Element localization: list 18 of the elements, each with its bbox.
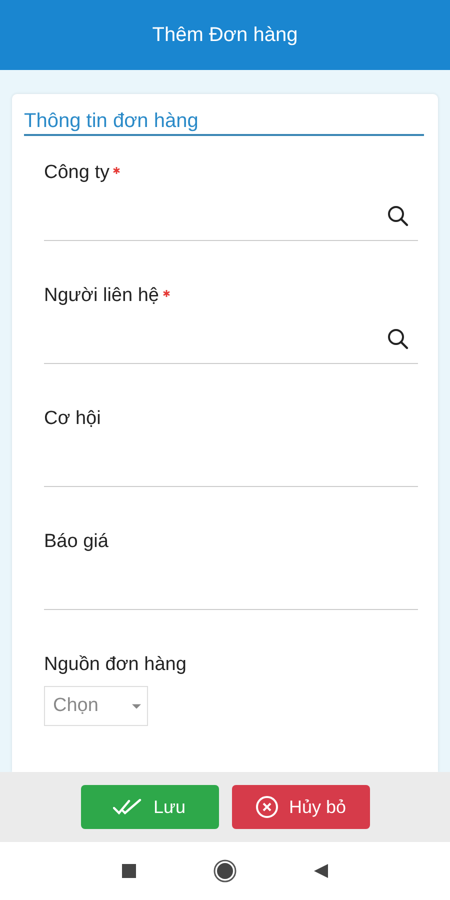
field-label: Báo giá bbox=[44, 531, 108, 553]
search-icon[interactable] bbox=[386, 327, 410, 351]
caret-icon bbox=[132, 704, 141, 708]
field-label: Nguồn đơn hàng bbox=[44, 654, 186, 676]
double-check-icon bbox=[113, 798, 144, 816]
select-dropdown[interactable]: Chọn bbox=[44, 686, 148, 726]
close-circle-icon bbox=[254, 795, 279, 819]
section-title: Thông tin đơn hàng bbox=[24, 110, 424, 136]
cancel-button[interactable]: Hủy bỏ bbox=[232, 785, 370, 829]
recents-icon[interactable] bbox=[121, 863, 137, 879]
field-label: Cơ hội bbox=[44, 408, 101, 430]
field-label: Người liên hệ bbox=[44, 285, 159, 307]
home-icon[interactable] bbox=[213, 859, 237, 883]
search-icon[interactable] bbox=[386, 204, 410, 228]
back-icon[interactable] bbox=[313, 863, 329, 879]
save-button[interactable]: Lưu bbox=[80, 785, 218, 829]
page-title: Thêm Đơn hàng bbox=[152, 24, 298, 46]
field-label: Công ty bbox=[44, 162, 110, 184]
